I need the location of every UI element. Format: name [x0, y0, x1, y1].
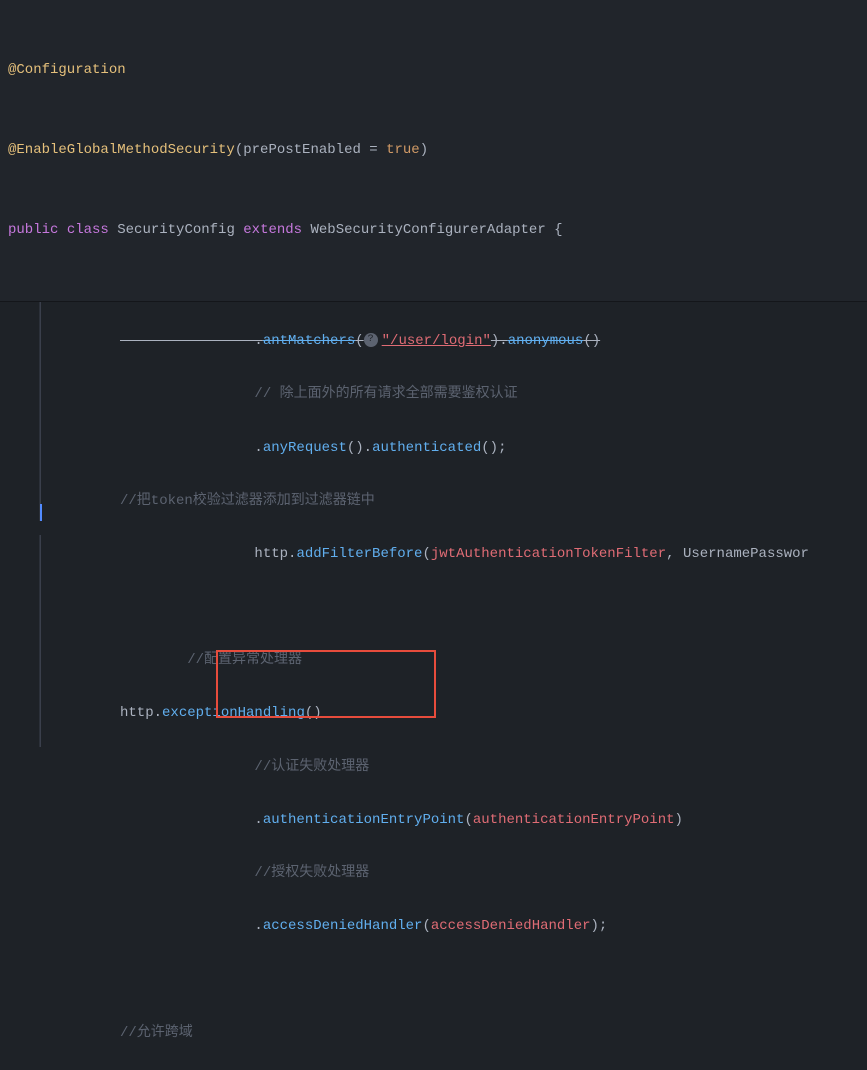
comment: //把token校验过滤器添加到过滤器链中: [120, 493, 375, 509]
code-line[interactable]: .accessDeniedHandler(accessDeniedHandler…: [120, 913, 867, 940]
comment: //授权失败处理器: [120, 865, 369, 881]
code-line[interactable]: .antMatchers(?"/user/login").anonymous(): [120, 328, 867, 355]
comment: // 除上面外的所有请求全部需要鉴权认证: [120, 386, 518, 402]
code-line[interactable]: //配置异常处理器: [120, 647, 867, 674]
comment: //认证失败处理器: [120, 759, 369, 775]
comment-cors: //允许跨域: [120, 1025, 193, 1041]
field-ref: accessDeniedHandler: [431, 918, 591, 934]
super-class: WebSecurityConfigurerAdapter: [310, 222, 554, 238]
code-line[interactable]: //把token校验过滤器添加到过滤器链中: [120, 488, 867, 515]
code-line[interactable]: // 除上面外的所有请求全部需要鉴权认证: [120, 381, 867, 408]
code-line[interactable]: //认证失败处理器: [120, 754, 867, 781]
field-ref: authenticationEntryPoint: [473, 812, 675, 828]
header-line-1: @Configuration: [8, 57, 859, 84]
code-line[interactable]: //授权失败处理器: [120, 860, 867, 887]
code-line[interactable]: .anyRequest().authenticated();: [120, 435, 867, 462]
annotation-configuration: @Configuration: [8, 62, 126, 78]
code-editor[interactable]: @Configuration @EnableGlobalMethodSecuri…: [0, 0, 867, 535]
code-line[interactable]: [120, 594, 867, 621]
header-line-3: public class SecurityConfig extends WebS…: [8, 217, 859, 244]
url-literal[interactable]: "/user/login": [382, 333, 491, 349]
bottom-peek-line: public AuthenticationManager authenticat…: [0, 521, 867, 535]
annotation-enable-security: @EnableGlobalMethodSecurity: [8, 142, 235, 158]
header-line-2: @EnableGlobalMethodSecurity(prePostEnabl…: [8, 137, 859, 164]
code-line[interactable]: http.addFilterBefore(jwtAuthenticationTo…: [120, 541, 867, 568]
code-line[interactable]: .authenticationEntryPoint(authentication…: [120, 807, 867, 834]
class-name: SecurityConfig: [117, 222, 243, 238]
comment: //配置异常处理器: [120, 652, 302, 668]
sticky-scroll-header[interactable]: @Configuration @EnableGlobalMethodSecuri…: [0, 0, 867, 302]
code-line[interactable]: [120, 966, 867, 993]
code-line[interactable]: http.exceptionHandling(): [120, 700, 867, 727]
field-ref: jwtAuthenticationTokenFilter: [431, 546, 666, 562]
gutter-hint-icon[interactable]: ?: [364, 333, 378, 347]
code-line[interactable]: //允许跨域: [120, 1020, 867, 1047]
